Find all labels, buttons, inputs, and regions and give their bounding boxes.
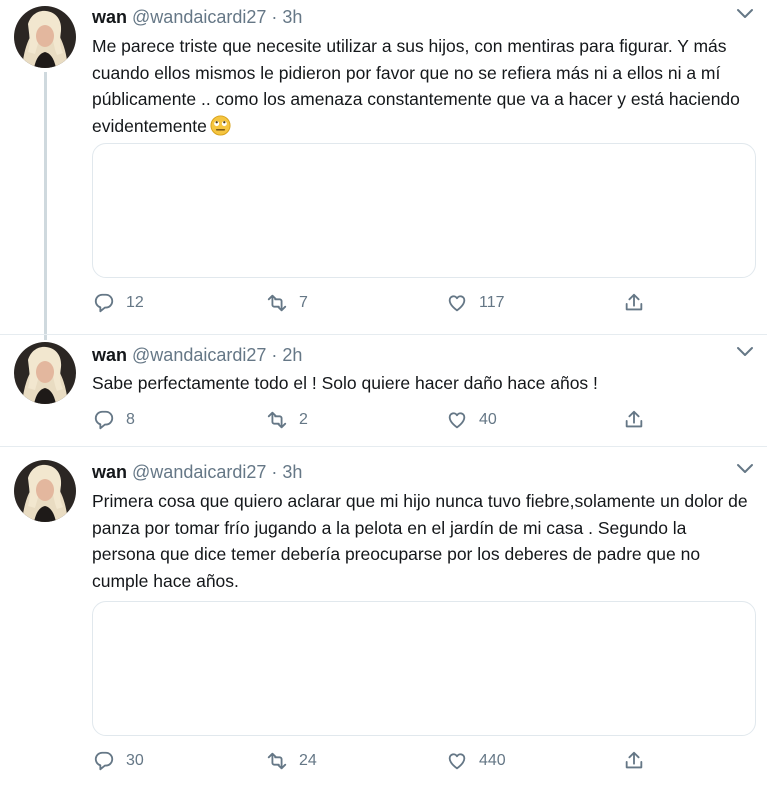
reply-button[interactable]: 30: [92, 749, 144, 773]
retweet-button[interactable]: 7: [265, 291, 308, 315]
timestamp[interactable]: · 3h: [271, 7, 302, 27]
tweet-header: wan @wandaicardi27 · 3h: [92, 461, 302, 483]
user-handle[interactable]: @wandaicardi27: [132, 7, 266, 27]
reply-button[interactable]: 8: [92, 408, 135, 432]
share-button[interactable]: [622, 408, 646, 432]
share-button[interactable]: [622, 291, 646, 315]
reply-count: 12: [126, 294, 144, 311]
heart-icon: [448, 753, 466, 770]
tweet-text: Primera cosa que quiero aclarar que mi h…: [92, 491, 748, 591]
like-count: 440: [479, 752, 506, 769]
retweet-count: 7: [299, 294, 308, 311]
retweet-count: 24: [299, 752, 317, 769]
reply-icon: [94, 410, 114, 430]
like-button[interactable]: 117: [445, 291, 505, 315]
tweet-actions: 12 7 117: [92, 291, 652, 315]
heart-icon: [448, 295, 466, 312]
display-name[interactable]: wan: [92, 7, 127, 27]
retweet-button[interactable]: 2: [265, 408, 308, 432]
tweet-3[interactable]: wan @wandaicardi27 · 3h Primera cosa que…: [0, 448, 767, 786]
tweet-text: Me parece triste que necesite utilizar a…: [92, 33, 752, 139]
reply-icon: [94, 293, 114, 313]
retweet-button[interactable]: 24: [265, 749, 317, 773]
share-icon: [625, 751, 643, 769]
like-count: 40: [479, 411, 497, 428]
like-button[interactable]: 40: [445, 408, 497, 432]
tweet-actions: 8 2 40: [92, 408, 652, 432]
user-handle[interactable]: @wandaicardi27: [132, 345, 266, 365]
reply-icon: [94, 751, 114, 771]
share-button[interactable]: [622, 749, 646, 773]
avatar[interactable]: [14, 342, 76, 404]
reply-count: 8: [126, 411, 135, 428]
tweet-1[interactable]: wan @wandaicardi27 · 3h Me parece triste…: [0, 0, 767, 336]
chevron-down-icon[interactable]: [736, 8, 754, 20]
retweet-icon: [267, 752, 287, 770]
share-icon: [625, 410, 643, 428]
divider: [0, 334, 767, 335]
heart-icon: [448, 412, 466, 429]
timestamp[interactable]: · 2h: [271, 345, 302, 365]
timestamp[interactable]: · 3h: [271, 462, 302, 482]
chevron-down-icon[interactable]: [736, 463, 754, 475]
avatar[interactable]: [14, 460, 76, 522]
tweet-header: wan @wandaicardi27 · 2h: [92, 344, 302, 366]
tweet-text-content: Me parece triste que necesite utilizar a…: [92, 36, 740, 136]
rolling-eyes-emoji-icon: [210, 114, 231, 136]
media-card[interactable]: [92, 601, 756, 736]
avatar[interactable]: [14, 6, 76, 68]
display-name[interactable]: wan: [92, 345, 127, 365]
tweet-2[interactable]: wan @wandaicardi27 · 2h Sabe perfectamen…: [0, 336, 767, 446]
chevron-down-icon[interactable]: [736, 346, 754, 358]
retweet-icon: [267, 411, 287, 429]
tweet-text: Sabe perfectamente todo el ! Solo quiere…: [92, 373, 598, 393]
display-name[interactable]: wan: [92, 462, 127, 482]
user-handle[interactable]: @wandaicardi27: [132, 462, 266, 482]
share-icon: [625, 293, 643, 311]
divider: [0, 446, 767, 447]
tweet-header: wan @wandaicardi27 · 3h: [92, 6, 302, 28]
media-card[interactable]: [92, 143, 756, 278]
like-button[interactable]: 440: [445, 749, 506, 773]
reply-button[interactable]: 12: [92, 291, 144, 315]
like-count: 117: [479, 294, 505, 311]
reply-count: 30: [126, 752, 144, 769]
retweet-count: 2: [299, 411, 308, 428]
tweet-actions: 30 24 440: [92, 749, 652, 773]
retweet-icon: [267, 294, 287, 312]
